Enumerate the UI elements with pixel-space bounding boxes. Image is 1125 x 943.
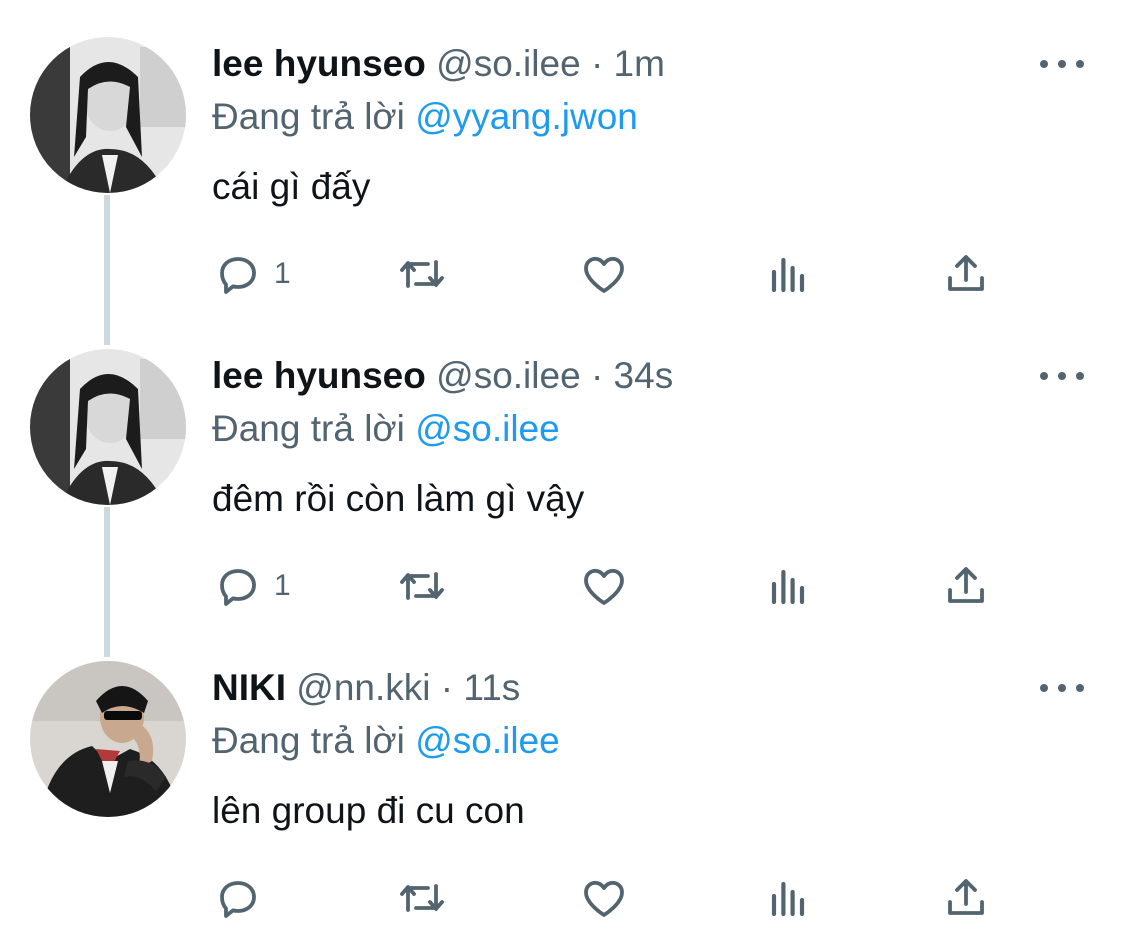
action-bar: 1: [212, 560, 1012, 612]
display-name[interactable]: lee hyunseo: [212, 43, 426, 84]
share-icon: [948, 567, 984, 603]
heart-icon: [584, 880, 624, 917]
separator-dot: ·: [440, 667, 454, 708]
reply-button[interactable]: [214, 872, 274, 924]
reply-icon: [220, 881, 256, 918]
replying-to: Đang trả lời @so.ilee: [212, 717, 560, 765]
share-icon: [948, 255, 984, 291]
separator-dot: ·: [590, 43, 604, 84]
mention-link[interactable]: @so.ilee: [415, 720, 560, 761]
mention-link[interactable]: @yyang.jwon: [415, 96, 638, 137]
replying-to: Đang trả lời @so.ilee: [212, 405, 560, 453]
replying-to: Đang trả lời @yyang.jwon: [212, 93, 638, 141]
tweet-text: đêm rồi còn làm gì vậy: [212, 478, 585, 519]
mention-link[interactable]: @so.ilee: [415, 408, 560, 449]
retweet-button[interactable]: [396, 560, 448, 612]
user-handle[interactable]: @so.ilee: [436, 43, 581, 84]
more-icon[interactable]: [1040, 50, 1084, 78]
tweet-text: cái gì đấy: [212, 166, 371, 207]
replying-to-label: Đang trả lời: [212, 720, 405, 761]
tweet[interactable]: NIKI @nn.kki · 11s Đang trả lời @so.ilee…: [0, 624, 1125, 936]
separator-dot: ·: [590, 355, 604, 396]
tweet[interactable]: lee hyunseo @so.ilee · 1m Đang trả lời @…: [0, 0, 1125, 312]
like-button[interactable]: [580, 872, 628, 924]
heart-icon: [584, 568, 624, 605]
reply-icon: [220, 569, 256, 606]
action-bar: [212, 872, 1012, 924]
analytics-icon: [771, 569, 805, 605]
more-icon[interactable]: [1040, 362, 1084, 390]
replying-to-label: Đang trả lời: [212, 96, 405, 137]
heart-icon: [584, 256, 624, 293]
display-name[interactable]: NIKI: [212, 667, 286, 708]
analytics-icon: [771, 881, 805, 917]
analytics-icon: [771, 257, 805, 293]
more-icon[interactable]: [1040, 674, 1084, 702]
user-handle[interactable]: @so.ilee: [436, 355, 581, 396]
retweet-button[interactable]: [396, 872, 448, 924]
timestamp[interactable]: 11s: [463, 667, 520, 708]
share-button[interactable]: [942, 560, 990, 612]
avatar[interactable]: [30, 37, 186, 193]
like-button[interactable]: [580, 560, 628, 612]
replying-to-label: Đang trả lời: [212, 408, 405, 449]
reply-count: 1: [274, 257, 291, 290]
like-button[interactable]: [580, 248, 628, 300]
retweet-button[interactable]: [396, 248, 448, 300]
reply-button[interactable]: 1: [214, 560, 291, 612]
tweet-header: NIKI @nn.kki · 11s: [212, 664, 520, 712]
share-icon: [948, 879, 984, 915]
views-button[interactable]: [764, 872, 812, 924]
views-button[interactable]: [764, 248, 812, 300]
reply-button[interactable]: 1: [214, 248, 291, 300]
views-button[interactable]: [764, 560, 812, 612]
share-button[interactable]: [942, 248, 990, 300]
share-button[interactable]: [942, 872, 990, 924]
tweet[interactable]: lee hyunseo @so.ilee · 34s Đang trả lời …: [0, 312, 1125, 624]
display-name[interactable]: lee hyunseo: [212, 355, 426, 396]
tweet-header: lee hyunseo @so.ilee · 1m: [212, 40, 665, 88]
reply-icon: [220, 257, 256, 294]
avatar[interactable]: [30, 661, 186, 817]
action-bar: 1: [212, 248, 1012, 300]
reply-count: 1: [274, 569, 291, 602]
tweet-text: lên group đi cu con: [212, 790, 525, 831]
timestamp[interactable]: 34s: [614, 355, 674, 396]
retweet-icon: [400, 260, 444, 288]
tweet-header: lee hyunseo @so.ilee · 34s: [212, 352, 673, 400]
retweet-icon: [400, 572, 444, 600]
timestamp[interactable]: 1m: [614, 43, 665, 84]
retweet-icon: [400, 884, 444, 912]
user-handle[interactable]: @nn.kki: [296, 667, 430, 708]
avatar[interactable]: [30, 349, 186, 505]
